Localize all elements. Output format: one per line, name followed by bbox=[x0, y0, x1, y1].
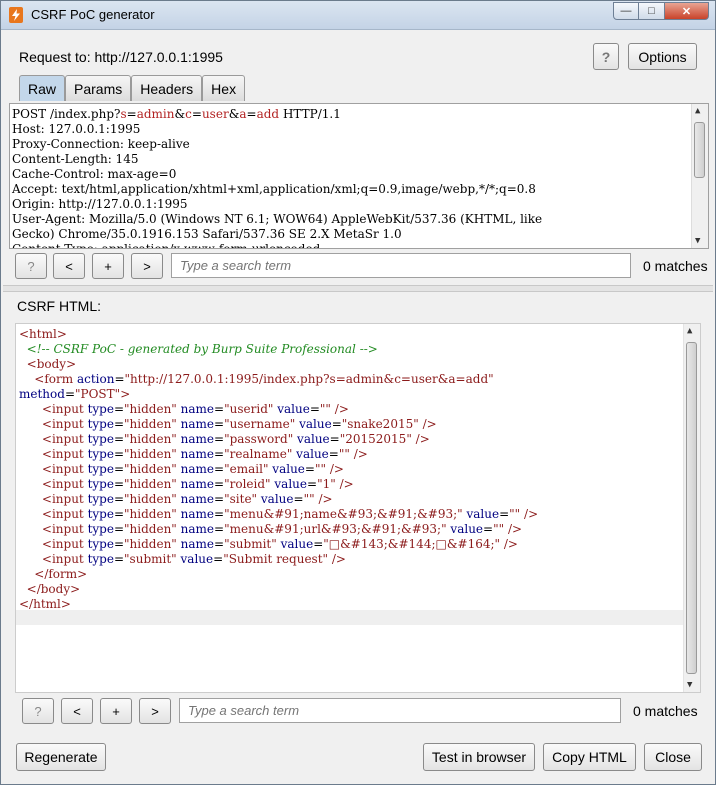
search-next-button[interactable]: > bbox=[139, 698, 171, 724]
csrf-poc-window: CSRF PoC generator — □ ✕ Request to: htt… bbox=[0, 0, 716, 785]
request-line: POST /index.php?s=admin&c=user&a=add HTT… bbox=[12, 107, 341, 121]
hidden-input-line: <input type="hidden" name="menu&#91;url&… bbox=[41, 522, 523, 536]
search-matches: 0 matches bbox=[643, 258, 708, 274]
tab-hex[interactable]: Hex bbox=[202, 75, 246, 101]
hidden-inputs: <input type="hidden" name="userid" value… bbox=[19, 402, 538, 551]
hidden-input-line: <input type="hidden" name="userid" value… bbox=[41, 402, 349, 416]
scroll-thumb[interactable] bbox=[694, 122, 705, 178]
current-line-highlight bbox=[16, 610, 684, 625]
window-title: CSRF PoC generator bbox=[31, 7, 155, 22]
title-bar: CSRF PoC generator — □ ✕ bbox=[1, 1, 715, 30]
search-add-button[interactable]: + bbox=[100, 698, 132, 724]
help-button[interactable]: ? bbox=[593, 43, 619, 70]
search-help-button[interactable]: ? bbox=[22, 698, 54, 724]
search-help-button[interactable]: ? bbox=[15, 253, 47, 279]
scroll-up-icon[interactable]: ▲ bbox=[695, 106, 700, 116]
search-prev-button[interactable]: < bbox=[53, 253, 85, 279]
html-scrollbar[interactable]: ▲ ▼ bbox=[683, 324, 700, 692]
hidden-input-line: <input type="hidden" name="realname" val… bbox=[41, 447, 368, 461]
test-in-browser-button[interactable]: Test in browser bbox=[423, 743, 535, 771]
hidden-input-line: <input type="hidden" name="roleid" value… bbox=[41, 477, 354, 491]
csrf-html-editor[interactable]: <html> <!-- CSRF PoC - generated by Burp… bbox=[15, 323, 701, 693]
request-headers: Host: 127.0.0.1:1995 Proxy-Connection: k… bbox=[12, 122, 543, 249]
hidden-input-line: <input type="hidden" name="site" value="… bbox=[41, 492, 333, 506]
hidden-input-line: <input type="hidden" name="email" value=… bbox=[41, 462, 344, 476]
tab-params[interactable]: Params bbox=[65, 75, 132, 101]
copy-html-button[interactable]: Copy HTML bbox=[543, 743, 636, 771]
scroll-down-icon[interactable]: ▼ bbox=[695, 236, 700, 246]
tab-headers[interactable]: Headers bbox=[131, 75, 203, 101]
hidden-input-line: <input type="hidden" name="password" val… bbox=[41, 432, 430, 446]
regenerate-button[interactable]: Regenerate bbox=[16, 743, 106, 771]
search-input[interactable] bbox=[179, 698, 621, 723]
close-window-button[interactable]: ✕ bbox=[665, 2, 709, 20]
request-tabs: Raw Params Headers Hex bbox=[19, 75, 246, 101]
scroll-thumb[interactable] bbox=[686, 342, 697, 674]
scroll-up-icon[interactable]: ▲ bbox=[687, 326, 692, 336]
search-prev-button[interactable]: < bbox=[61, 698, 93, 724]
search-matches: 0 matches bbox=[633, 703, 698, 719]
minimize-button[interactable]: — bbox=[613, 2, 639, 20]
pane-splitter[interactable] bbox=[3, 285, 713, 292]
scroll-down-icon[interactable]: ▼ bbox=[687, 680, 692, 690]
csrf-html-label: CSRF HTML: bbox=[17, 298, 101, 314]
request-to-label: Request to: http://127.0.0.1:1995 bbox=[19, 49, 223, 65]
hidden-input-line: <input type="hidden" name="submit" value… bbox=[41, 537, 518, 551]
search-input[interactable] bbox=[171, 253, 631, 278]
search-add-button[interactable]: + bbox=[92, 253, 124, 279]
request-scrollbar[interactable]: ▲ ▼ bbox=[691, 104, 708, 248]
hidden-input-line: <input type="hidden" name="username" val… bbox=[41, 417, 437, 431]
close-button[interactable]: Close bbox=[644, 743, 702, 771]
search-next-button[interactable]: > bbox=[131, 253, 163, 279]
burp-app-icon bbox=[9, 7, 23, 23]
tab-raw[interactable]: Raw bbox=[19, 75, 66, 101]
hidden-input-line: <input type="hidden" name="menu&#91;name… bbox=[41, 507, 539, 521]
options-button[interactable]: Options bbox=[628, 43, 697, 70]
request-editor[interactable]: POST /index.php?s=admin&c=user&a=add HTT… bbox=[9, 103, 709, 249]
maximize-button[interactable]: □ bbox=[639, 2, 665, 20]
